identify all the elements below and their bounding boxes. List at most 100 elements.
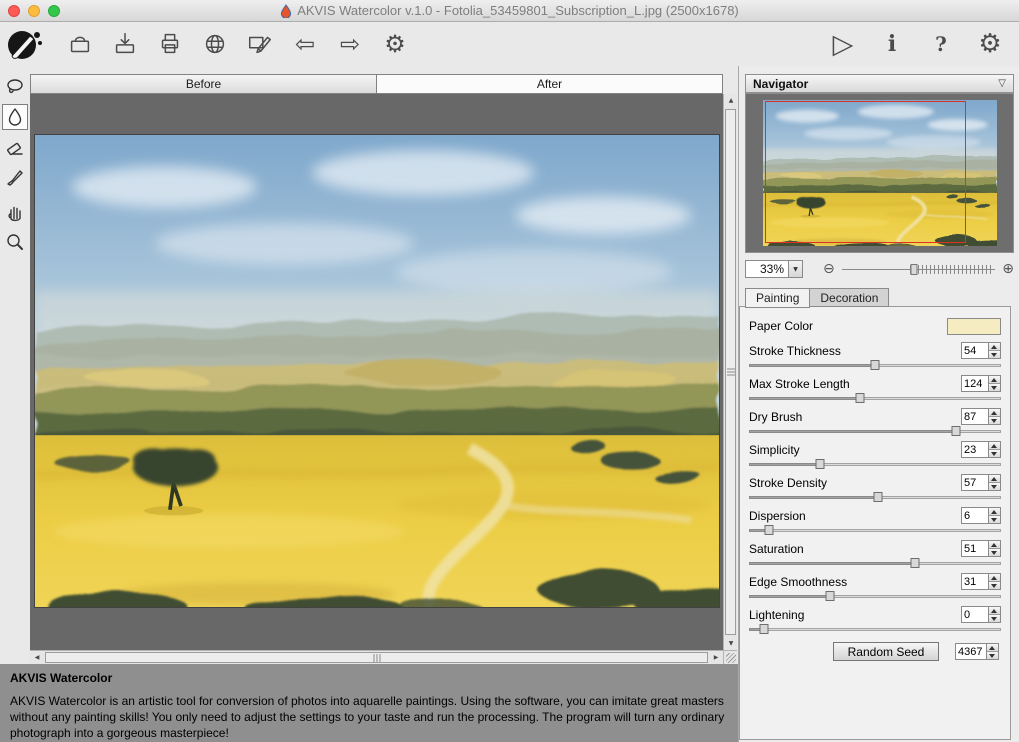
spin-up-icon[interactable]	[989, 343, 1000, 351]
spin-down-icon[interactable]	[989, 450, 1000, 457]
spin-down-icon[interactable]	[989, 516, 1000, 523]
slider-thumb[interactable]	[765, 525, 774, 535]
spin-up-icon[interactable]	[989, 541, 1000, 549]
spin-down-icon[interactable]	[989, 417, 1000, 424]
zoom-in-icon[interactable]: ⊕	[1002, 261, 1014, 277]
saturation-input[interactable]	[961, 540, 988, 557]
minimize-button[interactable]	[28, 5, 40, 17]
spin-down-icon[interactable]	[989, 483, 1000, 490]
slider-thumb[interactable]	[815, 459, 824, 469]
random-seed-input[interactable]	[955, 643, 986, 660]
max-stroke-length-slider[interactable]	[749, 393, 1001, 405]
spin-down-icon[interactable]	[989, 384, 1000, 391]
zoom-tool[interactable]	[2, 229, 28, 255]
help-button[interactable]: ?	[924, 25, 958, 63]
zoom-window-button[interactable]	[48, 5, 60, 17]
scroll-right-icon[interactable]: ▶	[709, 651, 723, 664]
slider-thumb[interactable]	[951, 426, 960, 436]
max-stroke-length-input[interactable]	[961, 375, 988, 392]
spin-down-icon[interactable]	[989, 582, 1000, 589]
lightening-input[interactable]	[961, 606, 988, 623]
info-title: AKVIS Watercolor	[10, 671, 728, 685]
horizontal-scrollbar[interactable]: ◀ ▶	[30, 650, 723, 664]
redo-button[interactable]: ⇨	[333, 25, 367, 63]
spin-up-icon[interactable]	[989, 475, 1000, 483]
edge-smoothness-slider[interactable]	[749, 591, 1001, 603]
spin-down-icon[interactable]	[987, 652, 998, 659]
spin-down-icon[interactable]	[989, 615, 1000, 622]
resize-grip[interactable]	[723, 650, 737, 664]
random-seed-button[interactable]: Random Seed	[833, 642, 939, 661]
spin-up-icon[interactable]	[989, 574, 1000, 582]
batch-processing-button[interactable]: ⚙	[378, 25, 412, 63]
eraser-tool[interactable]	[2, 134, 28, 160]
scroll-left-icon[interactable]: ◀	[30, 651, 44, 664]
spin-up-icon[interactable]	[989, 442, 1000, 450]
spinner	[988, 342, 1001, 359]
spin-up-icon[interactable]	[989, 376, 1000, 384]
spin-down-icon[interactable]	[989, 549, 1000, 556]
param-row: Dispersion	[749, 506, 1001, 539]
spin-up-icon[interactable]	[989, 508, 1000, 516]
collapse-navigator-icon[interactable]: ▽	[998, 78, 1006, 89]
zoom-dropdown-icon[interactable]: ▼	[789, 260, 803, 278]
tab-decoration[interactable]: Decoration	[810, 288, 889, 307]
slider-thumb[interactable]	[871, 360, 880, 370]
slider-thumb[interactable]	[855, 393, 864, 403]
scroll-up-icon[interactable]: ▲	[724, 94, 738, 107]
zoom-slider[interactable]	[842, 262, 996, 277]
paper-color-swatch[interactable]	[947, 318, 1001, 335]
share-web-button[interactable]	[198, 25, 232, 63]
dispersion-input[interactable]	[961, 507, 988, 524]
zoom-slider-thumb[interactable]	[910, 264, 917, 275]
simplicity-input[interactable]	[961, 441, 988, 458]
close-button[interactable]	[8, 5, 20, 17]
saturation-slider[interactable]	[749, 558, 1001, 570]
info-panel: AKVIS Watercolor AKVIS Watercolor is an …	[0, 664, 738, 742]
horizontal-scroll-thumb[interactable]	[45, 652, 708, 663]
scroll-down-icon[interactable]: ▼	[724, 637, 738, 650]
vertical-scrollbar[interactable]: ▲ ▼	[723, 94, 737, 650]
stroke-thickness-input[interactable]	[961, 342, 988, 359]
spin-down-icon[interactable]	[989, 351, 1000, 358]
dry-brush-input[interactable]	[961, 408, 988, 425]
navigator-header: Navigator ▽	[745, 74, 1014, 93]
hand-tool[interactable]	[2, 199, 28, 225]
print-button[interactable]	[153, 25, 187, 63]
spin-up-icon[interactable]	[987, 644, 998, 652]
slider-thumb[interactable]	[873, 492, 882, 502]
brush-tool[interactable]	[2, 164, 28, 190]
zoom-out-icon[interactable]: ⊖	[823, 261, 835, 277]
run-button[interactable]: ▷	[826, 25, 860, 63]
tab-before[interactable]: Before	[30, 74, 377, 94]
slider-thumb[interactable]	[911, 558, 920, 568]
save-result-button[interactable]	[108, 25, 142, 63]
image-canvas[interactable]	[30, 94, 723, 650]
stroke-density-input[interactable]	[961, 474, 988, 491]
navigator-view-frame[interactable]	[765, 101, 966, 243]
lightening-slider[interactable]	[749, 624, 1001, 636]
slider-thumb[interactable]	[760, 624, 769, 634]
drop-tool[interactable]	[2, 104, 28, 130]
lasso-tool[interactable]	[2, 74, 28, 100]
stroke-thickness-slider[interactable]	[749, 360, 1001, 372]
open-image-button[interactable]	[63, 25, 97, 63]
publish-button[interactable]	[243, 25, 277, 63]
slider-thumb[interactable]	[825, 591, 834, 601]
zoom-value[interactable]: 33%	[745, 260, 789, 278]
undo-button[interactable]: ⇦	[288, 25, 322, 63]
painting-parameters: Paper Color Stroke Thickness Max Stroke …	[739, 306, 1011, 740]
preferences-button[interactable]: ⚙	[973, 25, 1007, 63]
info-button[interactable]: i	[875, 25, 909, 63]
spin-up-icon[interactable]	[989, 607, 1000, 615]
vertical-scroll-thumb[interactable]	[725, 109, 736, 635]
dry-brush-slider[interactable]	[749, 426, 1001, 438]
spin-up-icon[interactable]	[989, 409, 1000, 417]
tab-after[interactable]: After	[377, 74, 723, 94]
stroke-density-slider[interactable]	[749, 492, 1001, 504]
simplicity-slider[interactable]	[749, 459, 1001, 471]
tab-painting[interactable]: Painting	[745, 288, 810, 308]
navigator-preview-area	[745, 93, 1014, 253]
edge-smoothness-input[interactable]	[961, 573, 988, 590]
dispersion-slider[interactable]	[749, 525, 1001, 537]
